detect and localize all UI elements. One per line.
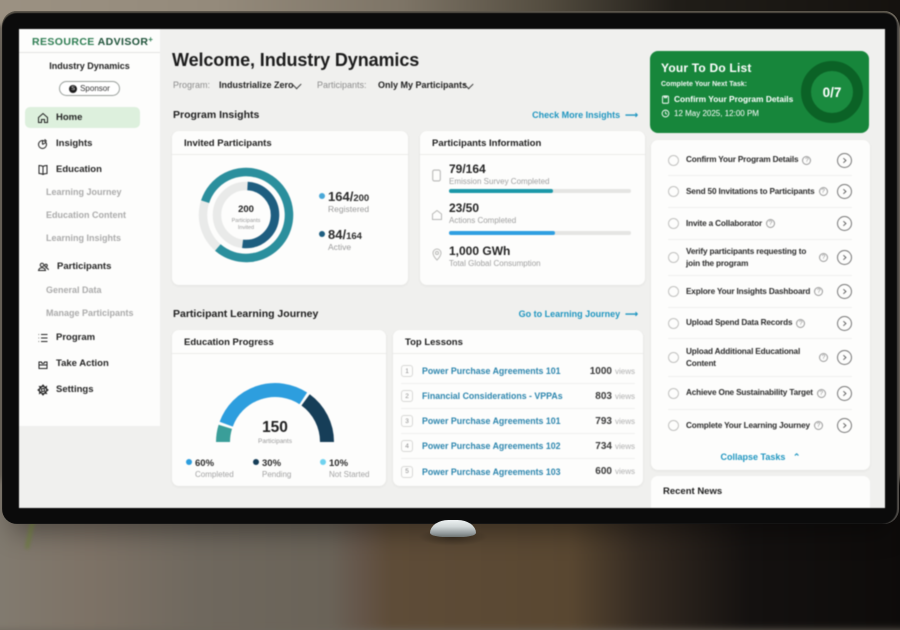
svg-text:Participants: Participants [232, 218, 261, 224]
svg-text:Participants: Participants [258, 438, 293, 445]
svg-text:Invited: Invited [238, 225, 254, 231]
svg-text:150: 150 [262, 419, 288, 436]
svg-text:200: 200 [238, 204, 254, 215]
